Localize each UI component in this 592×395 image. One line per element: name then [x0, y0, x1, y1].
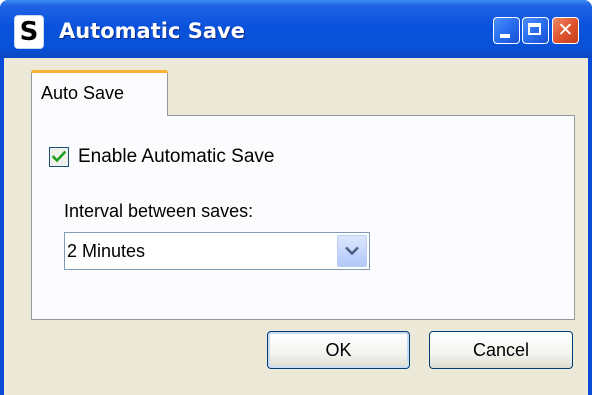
window-title: Automatic Save	[59, 19, 245, 43]
maximize-button[interactable]	[522, 17, 549, 44]
close-button[interactable]: ✕	[552, 17, 579, 44]
interval-select-value: 2 Minutes	[67, 241, 146, 261]
title-bar[interactable]: S Automatic Save ✕	[0, 0, 592, 58]
app-icon[interactable]: S	[14, 15, 44, 49]
tab-label: Auto Save	[41, 83, 125, 103]
interval-select[interactable]: 2 Minutes	[64, 232, 370, 270]
cancel-button[interactable]: Cancel	[429, 331, 573, 369]
enable-autosave-checkbox[interactable]	[49, 147, 69, 167]
minimize-button[interactable]	[493, 17, 520, 44]
tab-auto-save[interactable]: Auto Save	[31, 70, 168, 116]
ok-button[interactable]: OK	[267, 331, 410, 369]
chevron-down-icon	[345, 246, 359, 256]
close-icon: ✕	[557, 19, 574, 41]
dropdown-button[interactable]	[337, 235, 367, 267]
check-icon	[52, 150, 66, 163]
tab-panel: Enable Automatic Save Interval between s…	[31, 115, 575, 320]
dialog-client-area: Auto Save Enable Automatic Save Interval…	[4, 58, 588, 395]
interval-label: Interval between saves:	[64, 201, 254, 221]
automatic-save-dialog: S Automatic Save ✕ Auto Save Enable Auto…	[0, 0, 592, 395]
enable-autosave-label[interactable]: Enable Automatic Save	[78, 146, 274, 168]
